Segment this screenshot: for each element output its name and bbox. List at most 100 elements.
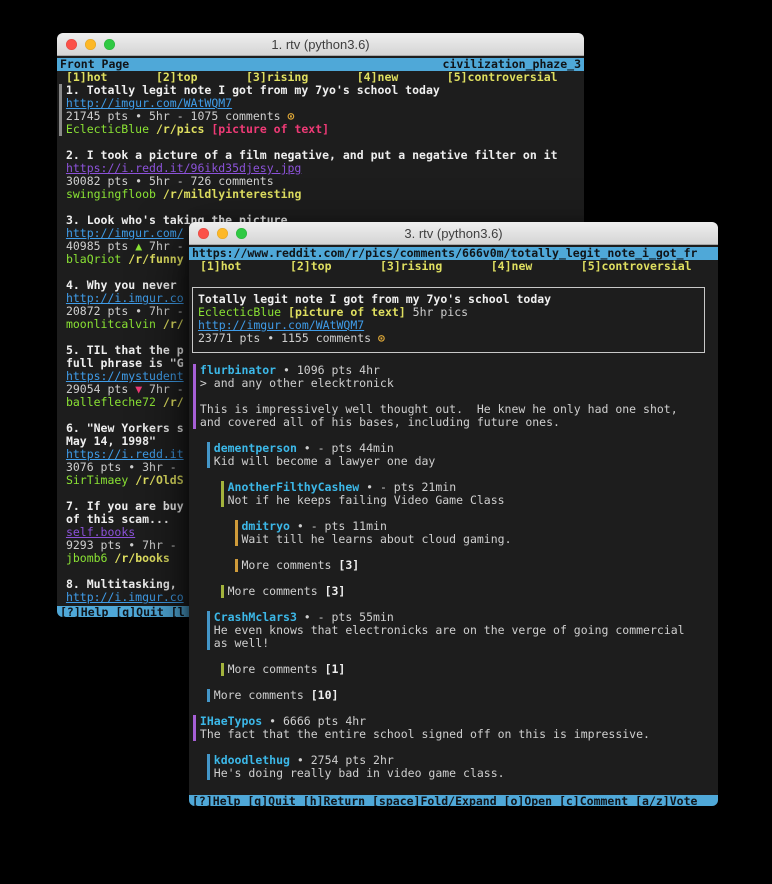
comment-author[interactable]: AnotherFilthyCashew — [228, 481, 360, 494]
post-link[interactable]: http://i.imgur.co — [66, 292, 184, 305]
tab-new[interactable]: [4]new — [491, 260, 533, 273]
subreddit-link[interactable]: /r/pics — [156, 123, 204, 136]
subreddit-link[interactable]: /r/funny — [128, 253, 183, 266]
zoom-button[interactable] — [236, 228, 247, 239]
comment-body: and covered all of his bases, including … — [200, 416, 560, 429]
terminal-line: swingingfloob /r/mildlyinteresting — [57, 188, 584, 201]
close-button[interactable] — [198, 228, 209, 239]
terminal-line — [189, 676, 718, 689]
terminal-line — [189, 650, 718, 663]
minimize-button[interactable] — [85, 39, 96, 50]
more-comments-link[interactable]: More comments — [241, 559, 338, 572]
submission-summary-box[interactable]: Totally legit note I got from my 7yo's s… — [192, 287, 705, 353]
minimize-button[interactable] — [217, 228, 228, 239]
post-meta: 21745 pts • 5hr - 1075 comments — [66, 110, 288, 123]
post-author[interactable]: moonlitcalvin — [66, 318, 156, 331]
window-titlebar[interactable]: 3. rtv (python3.6) — [189, 222, 718, 245]
post-title[interactable]: May 14, 1998" — [66, 435, 156, 448]
comment-author[interactable]: IHaeTypos — [200, 715, 262, 728]
post-author[interactable]: SirTimaey — [66, 474, 128, 487]
comment-author[interactable]: kdoodlethug — [214, 754, 290, 767]
text-segment — [193, 520, 235, 533]
post-title[interactable]: 5. TIL that the p — [66, 344, 184, 357]
text-segment — [59, 526, 66, 539]
subreddit-link[interactable]: /r/ — [163, 318, 184, 331]
terminal-line — [189, 780, 718, 793]
post-meta: 5hr pics — [406, 306, 468, 319]
post-title[interactable]: 1. Totally legit note I got from my 7yo'… — [66, 84, 440, 97]
post-title[interactable]: of this scam... — [66, 513, 170, 526]
post-link[interactable]: http://imgur.com/WAtWQM7 — [66, 97, 232, 110]
terminal-line: More comments [1] — [189, 663, 718, 676]
selection-cursor — [59, 97, 66, 110]
window-titlebar[interactable]: 1. rtv (python3.6) — [57, 33, 584, 56]
post-author[interactable]: EclecticBlue — [198, 306, 281, 319]
post-title[interactable]: full phrase is "G — [66, 357, 184, 370]
subreddit-link[interactable]: /r/ — [163, 396, 184, 409]
text-segment: 7hr - — [142, 383, 190, 396]
post-title[interactable]: 4. Why you never — [66, 279, 184, 292]
terminal-line: He even knows that electronicks are on t… — [189, 624, 718, 637]
tab-rising[interactable]: [3]rising — [380, 260, 442, 273]
subreddit-link[interactable]: /r/books — [114, 552, 169, 565]
post-link[interactable]: http://imgur.com/WAtWQM7 — [198, 319, 364, 332]
comment-author[interactable]: CrashMclars3 — [214, 611, 297, 624]
more-comments-link[interactable]: More comments — [228, 585, 325, 598]
comment-author[interactable]: flurbinator — [200, 364, 276, 377]
terminal-line — [189, 572, 718, 585]
help-footer-bar[interactable]: [?]Help [q]Quit [h]Return [space]Fold/Ex… — [189, 795, 718, 806]
terminal-line: dmitryo • - pts 11min — [189, 520, 718, 533]
post-title[interactable]: 6. "New Yorkers s — [66, 422, 184, 435]
tab-rising[interactable]: [3]rising — [246, 71, 308, 84]
subreddit-link[interactable]: /r/mildlyinteresting — [163, 188, 301, 201]
terminal-line: 1. Totally legit note I got from my 7yo'… — [57, 84, 584, 97]
tab-top[interactable]: [2]top — [290, 260, 332, 273]
post-title[interactable]: 2. I took a picture of a film negative, … — [66, 149, 558, 162]
close-button[interactable] — [66, 39, 77, 50]
terminal-line: [1]hot [2]top [3]rising [4]new [5]contro… — [189, 260, 718, 273]
terminal-line: Not if he keeps failing Video Game Class — [189, 494, 718, 507]
terminal-line: Wait till he learns about cloud gaming. — [189, 533, 718, 546]
post-title[interactable]: 7. If you are buy — [66, 500, 184, 513]
tab-top[interactable]: [2]top — [156, 71, 198, 84]
post-author[interactable]: ballefleche72 — [66, 396, 156, 409]
text-segment — [59, 240, 66, 253]
text-segment — [193, 559, 235, 572]
post-title[interactable]: 8. Multitasking, — [66, 578, 184, 591]
post-author[interactable]: jbomb6 — [66, 552, 108, 565]
post-link[interactable]: https://i.redd.it/96ikd35djesy.jpg — [66, 162, 301, 175]
text-segment — [156, 188, 163, 201]
subreddit-link[interactable]: /r/OldS — [135, 474, 183, 487]
post-link[interactable]: https://i.redd.it — [66, 448, 184, 461]
post-link[interactable]: self.books — [66, 526, 135, 539]
tab-new[interactable]: [4]new — [357, 71, 399, 84]
post-author[interactable]: blaQriot — [66, 253, 121, 266]
post-title[interactable]: Totally legit note I got from my 7yo's s… — [198, 293, 551, 306]
tab-controversial[interactable]: [5]controversial — [581, 260, 692, 273]
terminal-line: AnotherFilthyCashew • - pts 21min — [189, 481, 718, 494]
text-segment — [193, 442, 207, 455]
comment-meta: • - pts 21min — [359, 481, 456, 494]
text-segment — [59, 71, 66, 84]
comment-author[interactable]: dementperson — [214, 442, 297, 455]
comment-body: He even knows that electronicks are on t… — [214, 624, 685, 637]
post-link[interactable]: http://i.imgur.co — [66, 591, 184, 604]
text-segment — [193, 624, 207, 637]
terminal-line: https://i.redd.it/96ikd35djesy.jpg — [57, 162, 584, 175]
zoom-button[interactable] — [104, 39, 115, 50]
post-link[interactable]: https://mystudent — [66, 370, 184, 383]
post-author[interactable]: swingingfloob — [66, 188, 156, 201]
terminal-line: More comments [10] — [189, 689, 718, 702]
more-comments-link[interactable]: More comments — [214, 689, 311, 702]
tab-hot[interactable]: [1]hot — [66, 71, 108, 84]
post-link[interactable]: http://imgur.com/ — [66, 227, 184, 240]
more-comments-link[interactable]: More comments — [228, 663, 325, 676]
depth-bar-icon — [207, 754, 214, 767]
terminal-line: flurbinator • 1096 pts 4hr — [189, 364, 718, 377]
text-segment — [193, 663, 221, 676]
tab-hot[interactable]: [1]hot — [200, 260, 242, 273]
tab-controversial[interactable]: [5]controversial — [447, 71, 558, 84]
comment-author[interactable]: dmitryo — [241, 520, 289, 533]
post-meta: 30082 pts • 5hr - 726 comments — [66, 175, 274, 188]
post-author[interactable]: EclecticBlue — [66, 123, 149, 136]
